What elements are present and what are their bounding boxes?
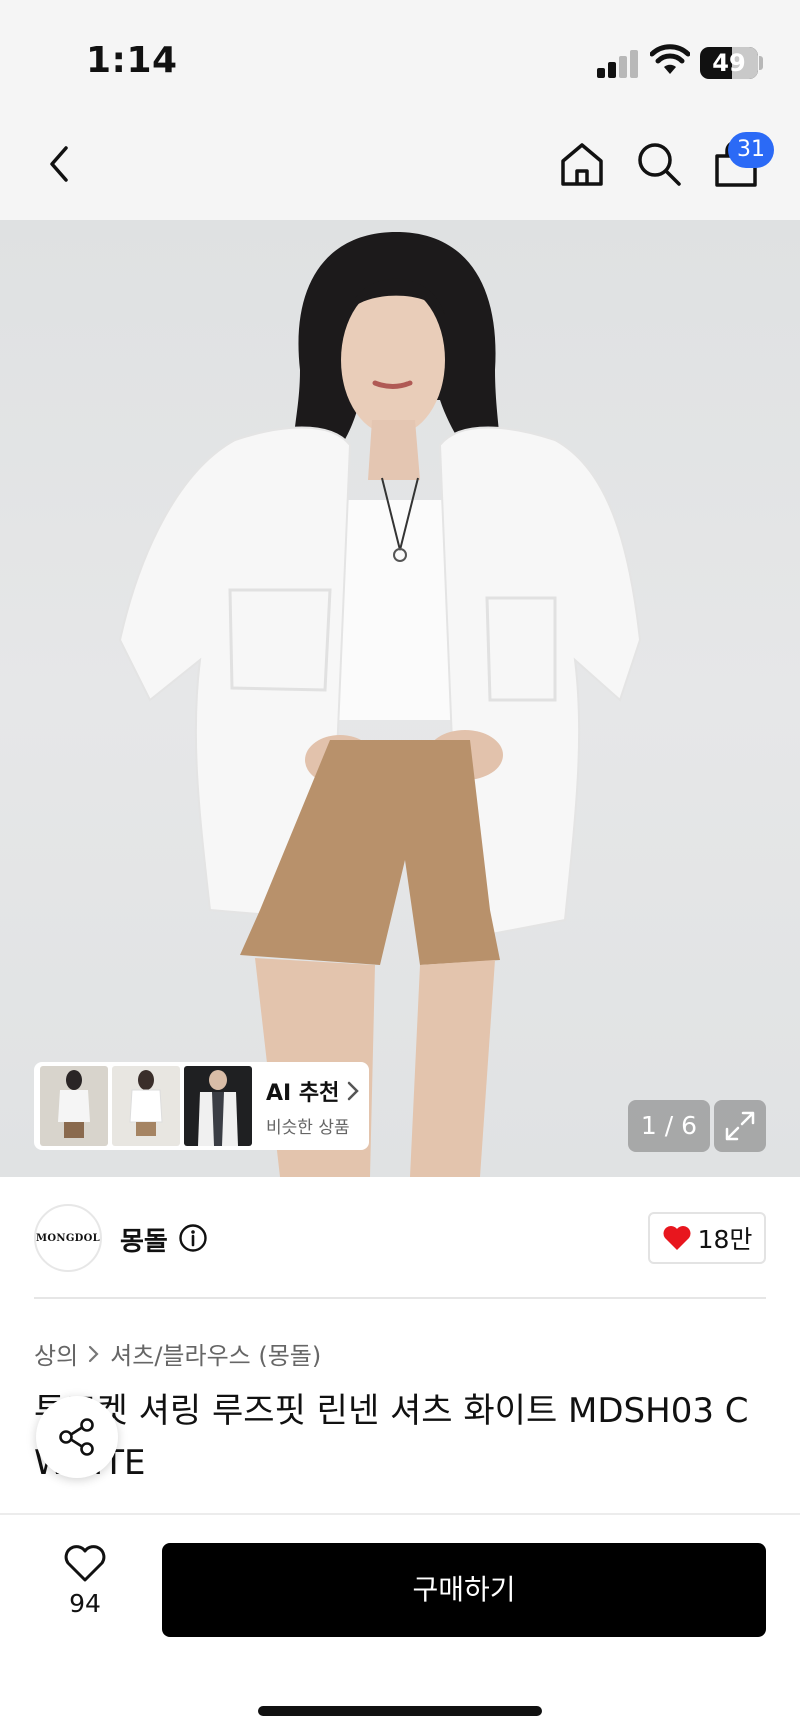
thumbnail-image — [198, 1070, 238, 1146]
image-counter: 1 / 6 — [628, 1100, 710, 1152]
top-nav — [0, 110, 800, 220]
ai-recommendation-text: AI 추천 비슷한 상품 — [266, 1075, 360, 1138]
search-button[interactable] — [627, 132, 691, 196]
heart-outline-icon — [64, 1545, 106, 1582]
ai-recommendation-subtitle: 비슷한 상품 — [266, 1117, 350, 1138]
brand-row: MONGDOL 몽돌 18만 — [0, 1177, 800, 1297]
expand-image-button[interactable] — [714, 1100, 766, 1152]
chevron-right-icon — [348, 1081, 360, 1100]
brand-like-count: 18만 — [697, 1225, 753, 1254]
divider — [34, 1297, 766, 1299]
chevron-right-icon — [89, 1345, 99, 1362]
wishlist-count: 94 — [69, 1589, 101, 1618]
breadcrumb: 상의 셔츠/블라우스 (몽돌) — [34, 1336, 321, 1371]
recommendation-thumbnail[interactable] — [112, 1066, 180, 1146]
thumbnail-image — [129, 1070, 163, 1136]
ai-recommendation-title: AI 추천 — [266, 1080, 340, 1106]
breadcrumb-category[interactable]: 상의 — [34, 1336, 78, 1371]
status-time: 1:14 — [86, 40, 178, 81]
product-image-gallery[interactable]: AI 추천 비슷한 상품 1 / 6 — [0, 220, 800, 1177]
home-indicator — [258, 1706, 542, 1716]
recommendation-thumbnail[interactable] — [184, 1066, 252, 1146]
bottom-action-bar: 94 구매하기 — [0, 1513, 800, 1733]
breadcrumb-subcategory[interactable]: 셔츠/블라우스 (몽돌) — [110, 1336, 321, 1371]
expand-icon — [725, 1111, 755, 1141]
brand-logo[interactable]: MONGDOL — [34, 1204, 102, 1272]
thumbnail-image — [58, 1070, 90, 1138]
heart-filled-icon — [663, 1226, 691, 1250]
battery-nub — [759, 56, 763, 70]
cellular-signal-icon — [597, 50, 641, 78]
chevron-left-icon — [50, 146, 68, 182]
cart-count-badge: 31 — [728, 132, 774, 168]
battery-level: 49 — [712, 49, 746, 77]
recommendation-thumbnail[interactable] — [40, 1066, 108, 1146]
back-button[interactable] — [28, 132, 92, 196]
product-photo — [118, 231, 642, 1177]
wifi-icon — [650, 44, 690, 74]
product-title: 투포켓 셔링 루즈핏 린넨 셔츠 화이트 MDSH03 C WHITE — [34, 1391, 749, 1483]
share-icon — [59, 1418, 94, 1456]
buy-button[interactable]: 구매하기 — [162, 1543, 766, 1637]
status-bar: 1:14 49 — [0, 0, 800, 110]
ai-recommendation-card[interactable]: AI 추천 비슷한 상품 — [34, 1062, 369, 1150]
battery-icon: 49 — [700, 47, 758, 79]
brand-logo-text: MONGDOL — [36, 1232, 100, 1244]
brand-like-button[interactable]: 18만 — [648, 1212, 766, 1264]
wishlist-button[interactable]: 94 — [50, 1545, 120, 1625]
share-button[interactable] — [36, 1396, 118, 1478]
brand-name[interactable]: 몽돌 — [120, 1221, 168, 1258]
home-icon — [561, 143, 603, 186]
search-icon — [638, 143, 681, 186]
info-icon[interactable] — [178, 1223, 208, 1253]
home-button[interactable] — [550, 132, 614, 196]
